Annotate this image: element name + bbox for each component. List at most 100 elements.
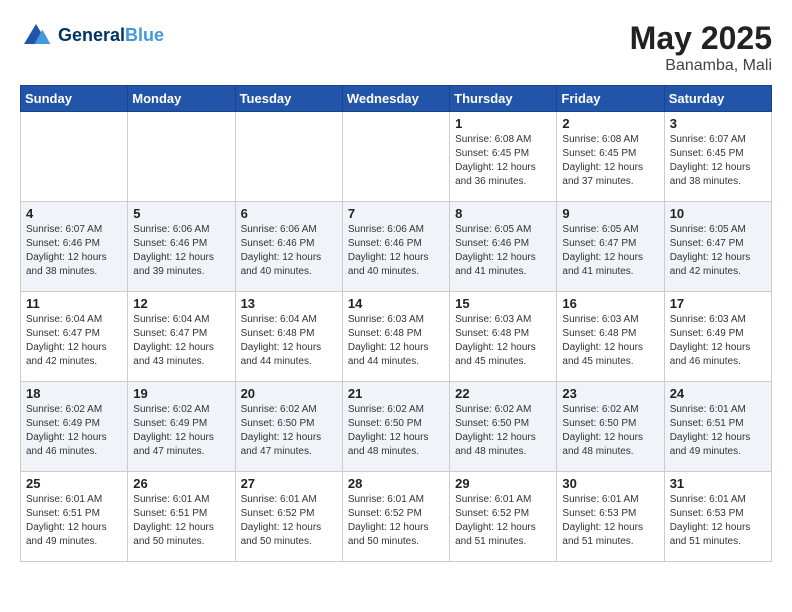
calendar-cell: 16 Sunrise: 6:03 AM Sunset: 6:48 PM Dayli… [557, 292, 664, 382]
day-info: Sunrise: 6:04 AM Sunset: 6:47 PM Dayligh… [133, 313, 229, 369]
calendar-cell: 1 Sunrise: 6:08 AM Sunset: 6:45 PM Daylig… [450, 112, 557, 202]
day-number: 17 [670, 296, 766, 311]
day-number: 26 [133, 476, 229, 491]
calendar-cell: 5Sunrise: 6:06 AM Sunset: 6:46 PM Daylig… [128, 202, 235, 292]
day-number: 31 [670, 476, 766, 491]
day-number: 14 [348, 296, 444, 311]
day-number: 2 [562, 116, 658, 131]
calendar-cell: 10 Sunrise: 6:05 AM Sunset: 6:47 PM Dayli… [664, 202, 771, 292]
day-info: Sunrise: 6:01 AM Sunset: 6:51 PM Dayligh… [670, 403, 766, 459]
day-info: Sunrise: 6:07 AM Sunset: 6:45 PM Dayligh… [670, 133, 766, 189]
day-number: 9 [562, 206, 658, 221]
calendar-cell: 9 Sunrise: 6:05 AM Sunset: 6:47 PM Daylig… [557, 202, 664, 292]
day-info: Sunrise: 6:08 AM Sunset: 6:45 PM Dayligh… [562, 133, 658, 189]
day-info: Sunrise: 6:02 AM Sunset: 6:49 PM Dayligh… [26, 403, 122, 459]
weekday-header-row: SundayMondayTuesdayWednesdayThursdayFrid… [21, 86, 772, 112]
day-number: 23 [562, 386, 658, 401]
weekday-header-tuesday: Tuesday [235, 86, 342, 112]
day-number: 19 [133, 386, 229, 401]
day-number: 3 [670, 116, 766, 131]
day-number: 7 [348, 206, 444, 221]
weekday-header-wednesday: Wednesday [342, 86, 449, 112]
day-number: 6 [241, 206, 337, 221]
day-info: Sunrise: 6:07 AM Sunset: 6:46 PM Dayligh… [26, 223, 122, 279]
day-info: Sunrise: 6:03 AM Sunset: 6:49 PM Dayligh… [670, 313, 766, 369]
calendar-cell: 15 Sunrise: 6:03 AM Sunset: 6:48 PM Dayli… [450, 292, 557, 382]
calendar-cell: 8Sunrise: 6:05 AM Sunset: 6:46 PM Daylig… [450, 202, 557, 292]
day-info: Sunrise: 6:02 AM Sunset: 6:50 PM Dayligh… [348, 403, 444, 459]
day-info: Sunrise: 6:05 AM Sunset: 6:46 PM Dayligh… [455, 223, 551, 279]
calendar-cell: 6Sunrise: 6:06 AM Sunset: 6:46 PM Daylig… [235, 202, 342, 292]
day-info: Sunrise: 6:03 AM Sunset: 6:48 PM Dayligh… [348, 313, 444, 369]
calendar-cell: 11 Sunrise: 6:04 AM Sunset: 6:47 PM Dayli… [21, 292, 128, 382]
calendar-table: SundayMondayTuesdayWednesdayThursdayFrid… [20, 85, 772, 562]
calendar-cell: 17 Sunrise: 6:03 AM Sunset: 6:49 PM Dayli… [664, 292, 771, 382]
day-number: 15 [455, 296, 551, 311]
calendar-cell: 13Sunrise: 6:04 AM Sunset: 6:48 PM Dayli… [235, 292, 342, 382]
logo-text: GeneralBlue [58, 26, 164, 46]
calendar-cell: 21 Sunrise: 6:02 AM Sunset: 6:50 PM Dayli… [342, 382, 449, 472]
day-info: Sunrise: 6:05 AM Sunset: 6:47 PM Dayligh… [670, 223, 766, 279]
day-number: 1 [455, 116, 551, 131]
day-number: 20 [241, 386, 337, 401]
day-info: Sunrise: 6:01 AM Sunset: 6:52 PM Dayligh… [348, 493, 444, 549]
calendar-cell: 3 Sunrise: 6:07 AM Sunset: 6:45 PM Daylig… [664, 112, 771, 202]
day-number: 28 [348, 476, 444, 491]
day-number: 12 [133, 296, 229, 311]
weekday-header-friday: Friday [557, 86, 664, 112]
day-number: 11 [26, 296, 122, 311]
location: Banamba, Mali [630, 57, 772, 75]
calendar-cell: 4 Sunrise: 6:07 AM Sunset: 6:46 PM Daylig… [21, 202, 128, 292]
day-info: Sunrise: 6:02 AM Sunset: 6:50 PM Dayligh… [455, 403, 551, 459]
day-info: Sunrise: 6:01 AM Sunset: 6:52 PM Dayligh… [455, 493, 551, 549]
calendar-cell: 19 Sunrise: 6:02 AM Sunset: 6:49 PM Dayli… [128, 382, 235, 472]
day-number: 18 [26, 386, 122, 401]
day-number: 27 [241, 476, 337, 491]
day-number: 10 [670, 206, 766, 221]
day-number: 22 [455, 386, 551, 401]
calendar-cell [342, 112, 449, 202]
week-row-3: 18 Sunrise: 6:02 AM Sunset: 6:49 PM Dayli… [21, 382, 772, 472]
calendar-cell: 2 Sunrise: 6:08 AM Sunset: 6:45 PM Daylig… [557, 112, 664, 202]
calendar-cell [235, 112, 342, 202]
day-info: Sunrise: 6:05 AM Sunset: 6:47 PM Dayligh… [562, 223, 658, 279]
week-row-2: 11 Sunrise: 6:04 AM Sunset: 6:47 PM Dayli… [21, 292, 772, 382]
calendar-cell: 30 Sunrise: 6:01 AM Sunset: 6:53 PM Dayli… [557, 472, 664, 562]
day-info: Sunrise: 6:02 AM Sunset: 6:50 PM Dayligh… [241, 403, 337, 459]
calendar-cell: 26 Sunrise: 6:01 AM Sunset: 6:51 PM Dayli… [128, 472, 235, 562]
calendar-cell: 22 Sunrise: 6:02 AM Sunset: 6:50 PM Dayli… [450, 382, 557, 472]
calendar-cell: 31Sunrise: 6:01 AM Sunset: 6:53 PM Dayli… [664, 472, 771, 562]
week-row-1: 4 Sunrise: 6:07 AM Sunset: 6:46 PM Daylig… [21, 202, 772, 292]
day-info: Sunrise: 6:02 AM Sunset: 6:49 PM Dayligh… [133, 403, 229, 459]
day-number: 29 [455, 476, 551, 491]
title-block: May 2025 Banamba, Mali [630, 20, 772, 75]
weekday-header-monday: Monday [128, 86, 235, 112]
day-info: Sunrise: 6:02 AM Sunset: 6:50 PM Dayligh… [562, 403, 658, 459]
day-info: Sunrise: 6:01 AM Sunset: 6:51 PM Dayligh… [133, 493, 229, 549]
day-info: Sunrise: 6:08 AM Sunset: 6:45 PM Dayligh… [455, 133, 551, 189]
day-number: 24 [670, 386, 766, 401]
day-info: Sunrise: 6:01 AM Sunset: 6:51 PM Dayligh… [26, 493, 122, 549]
calendar-cell [128, 112, 235, 202]
calendar-cell: 12 Sunrise: 6:04 AM Sunset: 6:47 PM Dayli… [128, 292, 235, 382]
weekday-header-saturday: Saturday [664, 86, 771, 112]
day-info: Sunrise: 6:03 AM Sunset: 6:48 PM Dayligh… [562, 313, 658, 369]
day-info: Sunrise: 6:01 AM Sunset: 6:52 PM Dayligh… [241, 493, 337, 549]
day-info: Sunrise: 6:03 AM Sunset: 6:48 PM Dayligh… [455, 313, 551, 369]
weekday-header-thursday: Thursday [450, 86, 557, 112]
day-number: 30 [562, 476, 658, 491]
day-number: 21 [348, 386, 444, 401]
weekday-header-sunday: Sunday [21, 86, 128, 112]
week-row-4: 25Sunrise: 6:01 AM Sunset: 6:51 PM Dayli… [21, 472, 772, 562]
day-info: Sunrise: 6:01 AM Sunset: 6:53 PM Dayligh… [562, 493, 658, 549]
day-info: Sunrise: 6:04 AM Sunset: 6:48 PM Dayligh… [241, 313, 337, 369]
month-year: May 2025 [630, 20, 772, 57]
week-row-0: 1 Sunrise: 6:08 AM Sunset: 6:45 PM Daylig… [21, 112, 772, 202]
day-number: 16 [562, 296, 658, 311]
calendar-cell: 18 Sunrise: 6:02 AM Sunset: 6:49 PM Dayli… [21, 382, 128, 472]
day-number: 4 [26, 206, 122, 221]
calendar-cell: 28 Sunrise: 6:01 AM Sunset: 6:52 PM Dayli… [342, 472, 449, 562]
calendar-cell: 25Sunrise: 6:01 AM Sunset: 6:51 PM Dayli… [21, 472, 128, 562]
calendar-cell: 29 Sunrise: 6:01 AM Sunset: 6:52 PM Dayli… [450, 472, 557, 562]
day-info: Sunrise: 6:04 AM Sunset: 6:47 PM Dayligh… [26, 313, 122, 369]
